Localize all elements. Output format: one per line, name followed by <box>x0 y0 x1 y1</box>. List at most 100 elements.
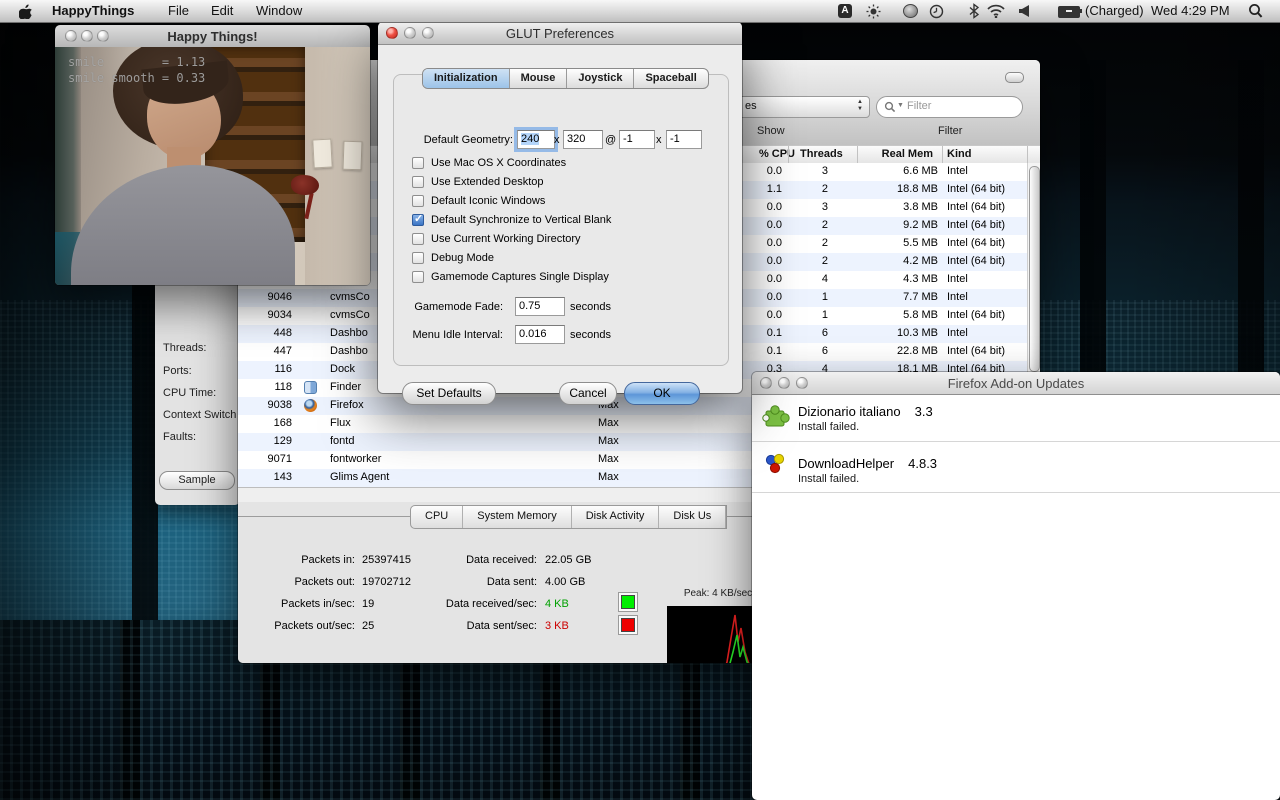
glut-titlebar[interactable]: GLUT Preferences <box>378 22 742 45</box>
fade-seconds-label: seconds <box>570 301 611 313</box>
tab-spaceball[interactable]: Spaceball <box>634 69 707 88</box>
gamemode-fade-label: Gamemode Fade: <box>414 301 503 313</box>
header-cpu[interactable]: % CPU <box>759 148 795 160</box>
bluetooth-icon[interactable] <box>969 3 979 19</box>
input-source-icon[interactable]: A <box>838 4 852 18</box>
brightness-icon[interactable] <box>866 4 881 19</box>
glut-preferences-dialog: GLUT Preferences Initialization Mouse Jo… <box>378 22 742 405</box>
volume-icon[interactable] <box>1018 4 1030 18</box>
packets-out-value: 19702712 <box>362 576 411 588</box>
geometry-height-field[interactable]: 320 <box>563 130 603 149</box>
addon-status: Install failed. <box>798 473 860 485</box>
gamemode-fade-field[interactable]: 0.75 <box>515 297 565 316</box>
poster <box>342 140 363 171</box>
packets-in-value: 25397415 <box>362 554 411 566</box>
filter-search-field[interactable]: ▼ Filter <box>876 96 1023 118</box>
inspector-context-label: Context Switch <box>163 409 237 421</box>
menu-file[interactable]: File <box>168 3 189 19</box>
received-color-well[interactable] <box>618 592 638 612</box>
firefox-addon-updates-window: Firefox Add-on Updates Dizionario italia… <box>752 372 1280 800</box>
data-sent-label: Data sent: <box>486 576 537 588</box>
data-sent-sec-label: Data sent/sec: <box>466 620 537 632</box>
idle-seconds-label: seconds <box>570 329 611 341</box>
addon-version: 3.3 <box>914 404 933 419</box>
webcam-video: smile = 1.13 smile smooth = 0.33 <box>55 47 370 285</box>
tab-initialization[interactable]: Initialization <box>423 69 510 88</box>
data-received-sec-label: Data received/sec: <box>445 598 537 610</box>
menu-window[interactable]: Window <box>256 3 302 19</box>
tab-disk-usage[interactable]: Disk Us <box>659 506 727 528</box>
filter-placeholder: Filter <box>907 100 932 112</box>
addon-name: Dizionario italiano <box>798 404 901 419</box>
menu-idle-field[interactable]: 0.016 <box>515 325 565 344</box>
show-processes-popup[interactable]: es ▲ ▼ <box>736 96 870 118</box>
packets-in-label: Packets in: <box>301 554 355 566</box>
puzzle-piece-icon <box>762 405 790 427</box>
checkbox-debug-mode[interactable] <box>412 252 424 264</box>
preferences-tab-group: Initialization Mouse Joystick Spaceball <box>422 68 709 89</box>
geometry-posy-field[interactable]: -1 <box>666 130 702 149</box>
app-round-icon[interactable] <box>903 4 918 18</box>
geometry-x-separator: x <box>554 134 560 146</box>
list-divider <box>752 492 1280 493</box>
geometry-width-field[interactable]: 240 <box>517 130 555 149</box>
addon-status: Install failed. <box>798 421 860 433</box>
tab-joystick[interactable]: Joystick <box>567 69 635 88</box>
checkbox-macosx-coordinates[interactable] <box>412 157 424 169</box>
data-sent-sec-value: 3 KB <box>545 620 569 632</box>
cancel-button[interactable]: Cancel <box>559 382 617 405</box>
search-icon <box>884 101 896 113</box>
checkbox-gamemode-capture[interactable] <box>412 271 424 283</box>
checkbox-working-directory[interactable] <box>412 233 424 245</box>
downloadhelper-balls-icon <box>765 453 785 474</box>
popup-stepper-icon: ▲ ▼ <box>857 99 863 112</box>
window-title: Happy Things! <box>167 29 258 44</box>
spotlight-icon[interactable] <box>1248 3 1263 19</box>
menu-edit[interactable]: Edit <box>211 3 233 19</box>
firefox-icon <box>304 399 317 412</box>
data-sent-value: 4.00 GB <box>545 576 586 588</box>
tab-disk-activity[interactable]: Disk Activity <box>572 506 660 528</box>
ok-button[interactable]: OK <box>624 382 700 405</box>
set-defaults-button[interactable]: Set Defaults <box>402 382 496 405</box>
menu-clock[interactable]: Wed 4:29 PM <box>1151 3 1230 19</box>
sent-color-well[interactable] <box>618 615 638 635</box>
sample-button[interactable]: Sample <box>159 471 235 490</box>
packets-out-sec-label: Packets out/sec: <box>274 620 355 632</box>
header-realmem[interactable]: Real Mem <box>882 148 933 160</box>
apple-menu-icon[interactable] <box>19 4 33 19</box>
process-inspector-window: Threads: Ports: CPU Time: Context Switch… <box>155 285 240 505</box>
scrollbar-thumb[interactable] <box>1029 166 1040 372</box>
desktop: Threads: Ports: CPU Time: Context Switch… <box>0 0 1280 800</box>
menu-bar: HappyThings File Edit Window A (Charged)… <box>0 0 1280 23</box>
firefox-window-titlebar[interactable]: Firefox Add-on Updates <box>752 372 1280 395</box>
addon-version: 4.8.3 <box>908 456 938 471</box>
battery-icon[interactable] <box>1058 6 1082 18</box>
battery-status-label[interactable]: (Charged) <box>1085 3 1144 19</box>
column-divider <box>942 146 943 164</box>
column-divider <box>857 146 858 164</box>
toolbar-toggle-pill-button[interactable] <box>1005 72 1024 83</box>
tab-mouse[interactable]: Mouse <box>510 69 568 88</box>
geometry-posx-field[interactable]: -1 <box>619 130 655 149</box>
header-threads[interactable]: Threads <box>800 148 843 160</box>
smile-readout-overlay: smile = 1.13 smile smooth = 0.33 <box>68 55 206 85</box>
tab-system-memory[interactable]: System Memory <box>463 506 572 528</box>
happy-window-titlebar[interactable]: Happy Things! <box>55 25 370 48</box>
menu-idle-label: Menu Idle Interval: <box>412 329 504 341</box>
list-divider <box>752 441 1280 442</box>
header-kind[interactable]: Kind <box>947 148 971 160</box>
packets-in-sec-value: 19 <box>362 598 375 610</box>
checkbox-iconic-windows[interactable] <box>412 195 424 207</box>
data-received-value: 22.05 GB <box>545 554 592 566</box>
wifi-icon[interactable] <box>986 4 1006 18</box>
checkbox-extended-desktop[interactable] <box>412 176 424 188</box>
red-lamp <box>291 175 319 195</box>
filter-caption: Filter <box>938 125 963 137</box>
time-machine-icon[interactable] <box>929 4 944 19</box>
inspector-threads-label: Threads: <box>163 342 207 354</box>
app-menu[interactable]: HappyThings <box>52 3 134 19</box>
bottom-tab-group: CPU System Memory Disk Activity Disk Us <box>410 505 728 529</box>
checkbox-vertical-blank[interactable] <box>412 212 424 226</box>
tab-cpu[interactable]: CPU <box>411 506 464 528</box>
